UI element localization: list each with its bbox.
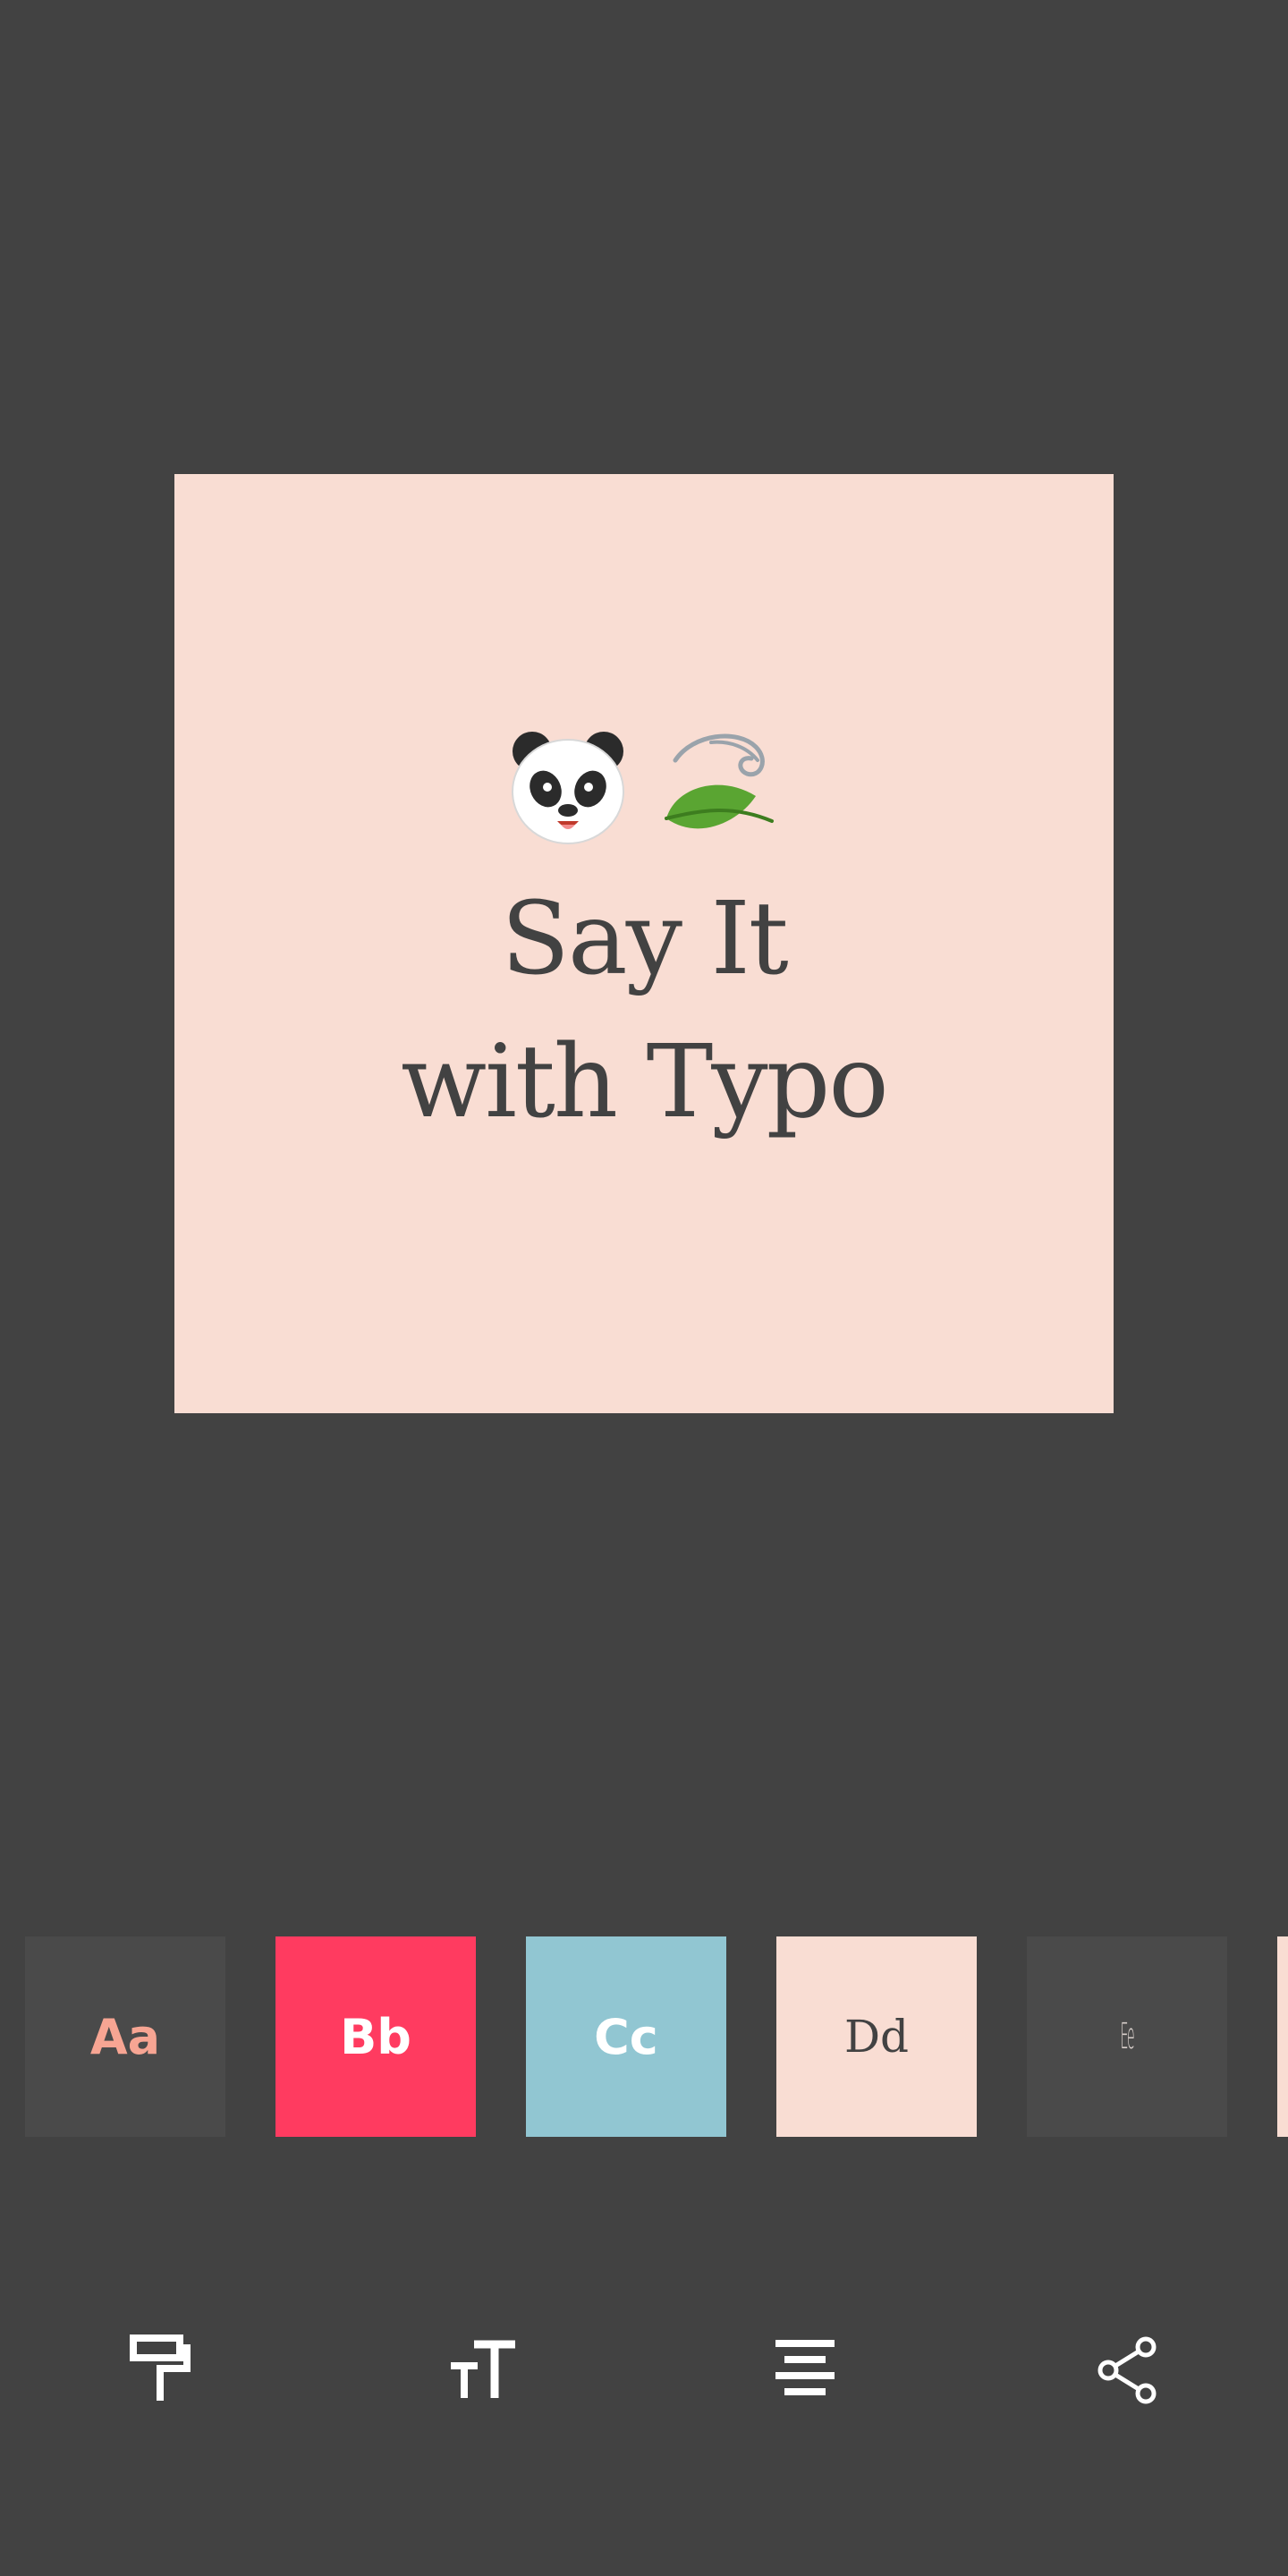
quote-line-1: Say It	[501, 881, 789, 997]
panda-emoji-icon	[512, 732, 624, 844]
style-tile-label: Aa	[89, 2008, 161, 2065]
quote-text[interactable]: Say It with Typo	[174, 868, 1114, 1154]
leaf-emoji-icon	[665, 733, 774, 829]
style-tile-label: Bb	[340, 2008, 411, 2065]
paint-roller-button[interactable]	[107, 2317, 215, 2424]
style-tile-next[interactable]	[1277, 1936, 1288, 2137]
text-size-button[interactable]	[429, 2317, 537, 2424]
style-tile-bb[interactable]: Bb	[275, 1936, 476, 2137]
design-canvas[interactable]: Say It with Typo	[174, 474, 1114, 1413]
bottom-toolbar	[0, 2290, 1288, 2460]
share-button[interactable]	[1073, 2317, 1181, 2424]
style-tile-dd[interactable]: Dd	[776, 1936, 977, 2137]
text-size-icon	[451, 2340, 515, 2398]
style-tile-ee[interactable]: Ee	[1027, 1936, 1227, 2137]
align-center-icon	[775, 2340, 835, 2395]
style-tile-aa[interactable]: Aa	[25, 1936, 225, 2137]
share-icon	[1097, 2336, 1157, 2404]
quote-line-2: with Typo	[401, 1024, 889, 1140]
style-tile-label: Cc	[594, 2008, 658, 2065]
style-tile-cc[interactable]: Cc	[526, 1936, 726, 2137]
align-center-button[interactable]	[751, 2317, 859, 2424]
style-picker-strip[interactable]: Aa Bb Cc Dd Ee	[0, 1936, 1288, 2138]
paint-roller-icon	[130, 2334, 191, 2401]
emoji-row	[174, 724, 1114, 850]
style-tile-label: Ee	[1120, 2016, 1135, 2057]
style-tile-label: Dd	[843, 2011, 910, 2063]
